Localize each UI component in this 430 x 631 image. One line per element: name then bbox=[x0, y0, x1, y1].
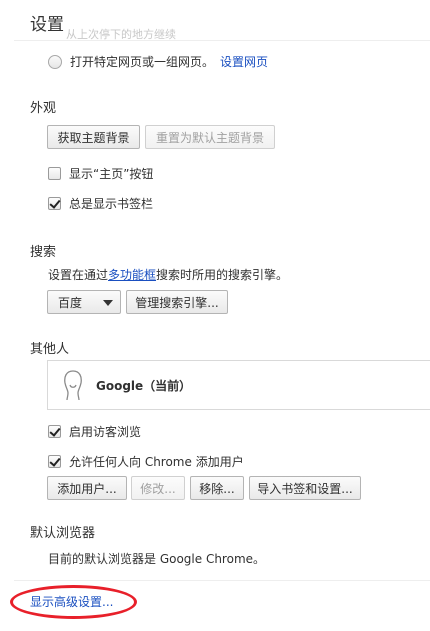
people-heading: 其他人 bbox=[30, 342, 70, 357]
startup-radio-label: 打开特定网页或一组网页。 bbox=[70, 55, 215, 69]
search-desc-suffix: 搜索时所用的搜索引擎。 bbox=[156, 268, 289, 282]
show-home-option[interactable]: 显示“主页”按钮 bbox=[48, 165, 153, 182]
title-divider bbox=[14, 40, 430, 41]
avatar bbox=[64, 370, 82, 401]
set-pages-link[interactable]: 设置网页 bbox=[220, 53, 268, 70]
omnibox-link[interactable]: 多功能框 bbox=[108, 266, 156, 283]
edit-user-button[interactable]: 修改... bbox=[131, 476, 185, 500]
search-engine-select[interactable]: 百度 bbox=[47, 290, 121, 314]
get-themes-button[interactable]: 获取主题背景 bbox=[47, 125, 140, 149]
show-bookmarks-label: 总是显示书签栏 bbox=[69, 197, 154, 211]
search-heading: 搜索 bbox=[30, 245, 57, 260]
show-bookmarks-checkbox[interactable] bbox=[48, 197, 61, 210]
search-engine-value: 百度 bbox=[58, 295, 83, 310]
allow-add-user-option[interactable]: 允许任何人向 Chrome 添加用户 bbox=[48, 453, 244, 470]
remove-user-button[interactable]: 移除... bbox=[190, 476, 244, 500]
default-browser-heading: 默认浏览器 bbox=[30, 526, 96, 541]
radio-button[interactable] bbox=[48, 54, 62, 69]
appearance-heading: 外观 bbox=[30, 101, 57, 116]
allow-add-user-label: 允许任何人向 Chrome 添加用户 bbox=[69, 455, 244, 469]
show-home-label: 显示“主页”按钮 bbox=[69, 167, 154, 181]
startup-specific-pages-option[interactable]: 打开特定网页或一组网页。 设置网页 bbox=[48, 53, 268, 70]
allow-add-user-checkbox[interactable] bbox=[48, 455, 61, 468]
guest-browsing-option[interactable]: 启用访客浏览 bbox=[48, 423, 141, 440]
guest-browsing-checkbox[interactable] bbox=[48, 425, 61, 438]
show-home-checkbox[interactable] bbox=[48, 167, 61, 180]
show-bookmarks-option[interactable]: 总是显示书签栏 bbox=[48, 195, 153, 212]
add-user-button[interactable]: 添加用户... bbox=[47, 476, 127, 500]
chevron-down-icon bbox=[103, 300, 113, 306]
annotation-ellipse bbox=[10, 585, 137, 619]
profile-list-item[interactable]: Google（当前） bbox=[47, 360, 430, 410]
default-browser-status: 目前的默认浏览器是 Google Chrome。 bbox=[48, 552, 266, 566]
reset-theme-button[interactable]: 重置为默认主题背景 bbox=[145, 125, 275, 149]
page-title: 设置 bbox=[30, 15, 64, 35]
search-desc-prefix: 设置在通过 bbox=[48, 268, 109, 282]
profile-name: Google（当前） bbox=[96, 378, 192, 393]
search-description: 设置在通过 多功能框 搜索时所用的搜索引擎。 bbox=[48, 266, 288, 283]
bottom-divider bbox=[14, 580, 430, 581]
import-bookmarks-button[interactable]: 导入书签和设置... bbox=[249, 476, 361, 500]
guest-browsing-label: 启用访客浏览 bbox=[69, 425, 142, 439]
manage-search-engines-button[interactable]: 管理搜索引擎... bbox=[126, 290, 228, 314]
